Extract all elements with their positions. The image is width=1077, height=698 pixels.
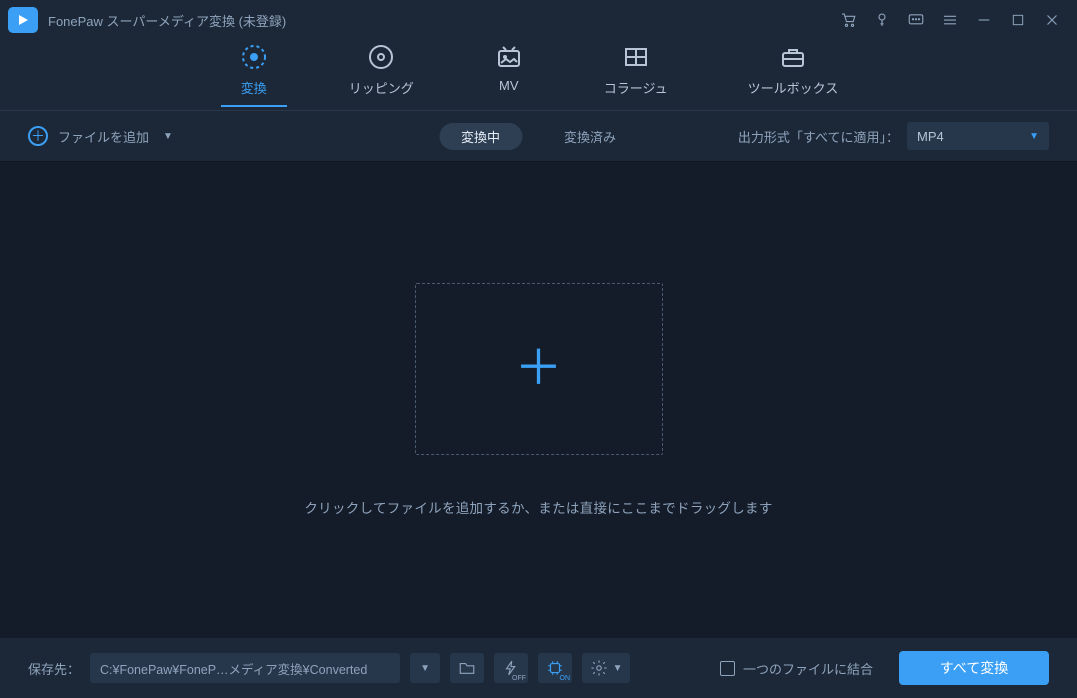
output-format-select[interactable]: MP4 ▼: [907, 122, 1049, 150]
content-area: ＋ クリックしてファイルを追加するか、または直接にここまでドラッグします: [0, 162, 1077, 638]
mv-icon: [494, 42, 524, 72]
save-path-value: C:¥FonePaw¥FoneP…メディア変換¥Converted: [100, 659, 367, 678]
minimize-button[interactable]: [967, 3, 1001, 37]
app-title: FonePaw スーパーメディア変換 (未登録): [48, 11, 286, 30]
maximize-button[interactable]: [1001, 3, 1035, 37]
main-nav: 変換 リッピング MV コラージュ ツールボックス: [0, 40, 1077, 110]
convert-all-button[interactable]: すべて変換: [899, 651, 1049, 685]
feedback-icon[interactable]: [899, 3, 933, 37]
app-logo-icon: [8, 7, 38, 33]
tab-toolbox-label: ツールボックス: [748, 78, 839, 97]
converting-tab[interactable]: 変換中: [439, 123, 522, 150]
chevron-down-icon: ▼: [163, 131, 173, 142]
collage-icon: [621, 42, 651, 72]
toolbox-icon: [778, 42, 808, 72]
merge-label: 一つのファイルに結合: [743, 659, 873, 678]
titlebar: FonePaw スーパーメディア変換 (未登録): [0, 0, 1077, 40]
gpu-badge: ON: [560, 675, 571, 682]
tab-collage-label: コラージュ: [604, 78, 668, 97]
chevron-down-icon: ▼: [1029, 131, 1039, 142]
menu-icon[interactable]: [933, 3, 967, 37]
merge-checkbox[interactable]: 一つのファイルに結合: [720, 659, 873, 678]
plus-icon: ＋: [514, 345, 562, 393]
save-path-box[interactable]: C:¥FonePaw¥FoneP…メディア変換¥Converted: [90, 653, 400, 683]
settings-button[interactable]: ▼: [582, 653, 630, 683]
chevron-down-icon: ▼: [613, 663, 623, 674]
tab-mv-label: MV: [499, 78, 519, 93]
tab-collage[interactable]: コラージュ: [594, 42, 678, 105]
tab-convert[interactable]: 変換: [229, 42, 279, 105]
close-button[interactable]: [1035, 3, 1069, 37]
open-folder-button[interactable]: [450, 653, 484, 683]
ripping-icon: [366, 42, 396, 72]
output-format-value: MP4: [917, 129, 944, 144]
lightning-badge: OFF: [512, 675, 526, 682]
plus-circle-icon: ＋: [28, 126, 48, 146]
dropzone[interactable]: ＋: [415, 283, 663, 455]
lightning-button[interactable]: OFF: [494, 653, 528, 683]
toolbar: ＋ ファイルを追加 ▼ 変換中 変換済み 出力形式「すべてに適用」： MP4 ▼: [0, 110, 1077, 162]
tab-mv[interactable]: MV: [484, 42, 534, 101]
checkbox-icon: [720, 661, 735, 676]
gpu-button[interactable]: ON: [538, 653, 572, 683]
tab-toolbox[interactable]: ツールボックス: [738, 42, 849, 105]
dropzone-hint: クリックしてファイルを追加するか、または直接にここまでドラッグします: [304, 497, 772, 517]
tab-ripping-label: リッピング: [349, 78, 414, 97]
footer: 保存先： C:¥FonePaw¥FoneP…メディア変換¥Converted ▼…: [0, 638, 1077, 698]
tab-ripping[interactable]: リッピング: [339, 42, 424, 105]
key-icon[interactable]: [865, 3, 899, 37]
output-format-label: 出力形式「すべてに適用」：: [738, 127, 899, 146]
save-path-dropdown[interactable]: ▼: [410, 653, 440, 683]
add-file-button[interactable]: ＋ ファイルを追加 ▼: [28, 126, 173, 146]
tab-convert-label: 変換: [241, 78, 267, 97]
converted-tab[interactable]: 変換済み: [542, 123, 638, 150]
convert-icon: [239, 42, 269, 72]
save-path-label: 保存先：: [28, 659, 80, 678]
cart-icon[interactable]: [831, 3, 865, 37]
add-file-label: ファイルを追加: [58, 127, 149, 146]
